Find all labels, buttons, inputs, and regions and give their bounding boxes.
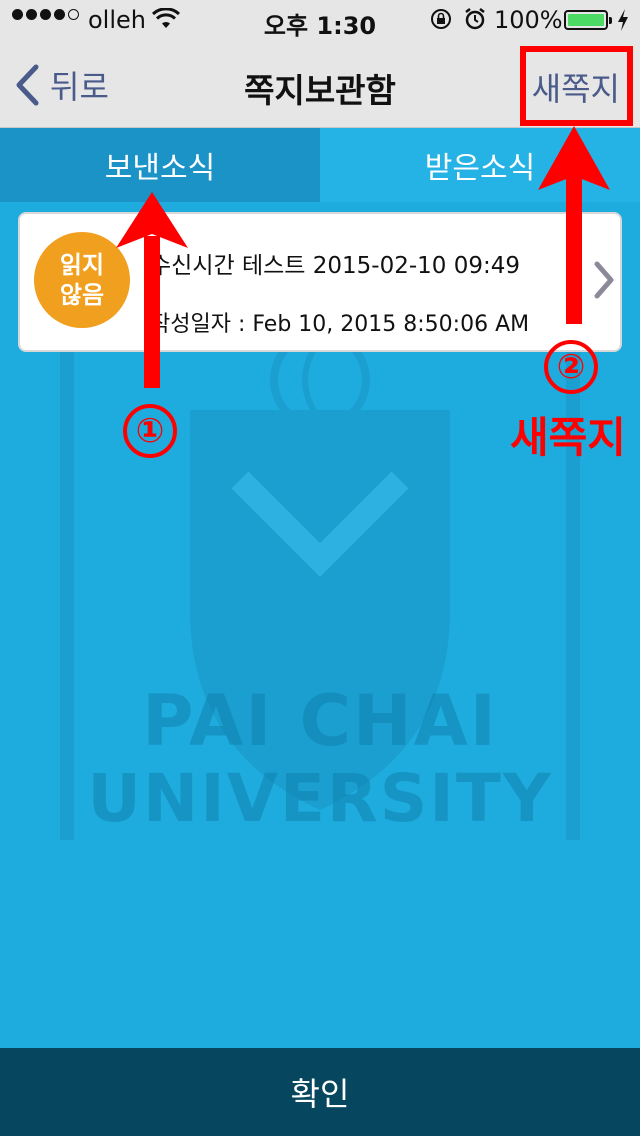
annotation-number-2: ②	[544, 340, 598, 394]
chevron-right-icon	[594, 261, 614, 299]
tab-sent[interactable]: 보낸소식	[0, 128, 320, 202]
charging-bolt-icon	[618, 9, 628, 31]
new-message-button[interactable]: 새쪽지	[532, 64, 620, 110]
battery-percent: 100%	[494, 6, 563, 34]
rotation-lock-icon	[431, 9, 451, 29]
tab-bar: 보낸소식 받은소식	[0, 128, 640, 202]
message-date: 작성일자 : Feb 10, 2015 8:50:06 AM	[150, 312, 530, 337]
annotation-number-1: ①	[123, 404, 177, 458]
badge-line1: 읽지	[59, 251, 105, 279]
message-list-item[interactable]: 읽지 않음 수신시간 테스트 2015-02-10 09:49 작성일자 : F…	[18, 212, 622, 352]
alarm-icon	[465, 8, 485, 30]
unread-badge: 읽지 않음	[34, 232, 130, 328]
tab-received[interactable]: 받은소식	[320, 128, 640, 202]
message-title: 수신시간 테스트 2015-02-10 09:49	[150, 253, 521, 279]
status-bar: olleh 오후 1:30 100%	[0, 0, 640, 40]
confirm-button[interactable]: 확인	[0, 1048, 640, 1136]
navigation-bar: 뒤로 쪽지보관함 새쪽지	[0, 40, 640, 128]
badge-line2: 않음	[59, 281, 105, 309]
watermark-text-line1: PAI CHAI	[142, 680, 498, 762]
battery-icon	[564, 10, 612, 30]
watermark-text-line2: UNIVERSITY	[87, 760, 553, 837]
annotation-label-new-message: 새쪽지	[510, 413, 626, 462]
